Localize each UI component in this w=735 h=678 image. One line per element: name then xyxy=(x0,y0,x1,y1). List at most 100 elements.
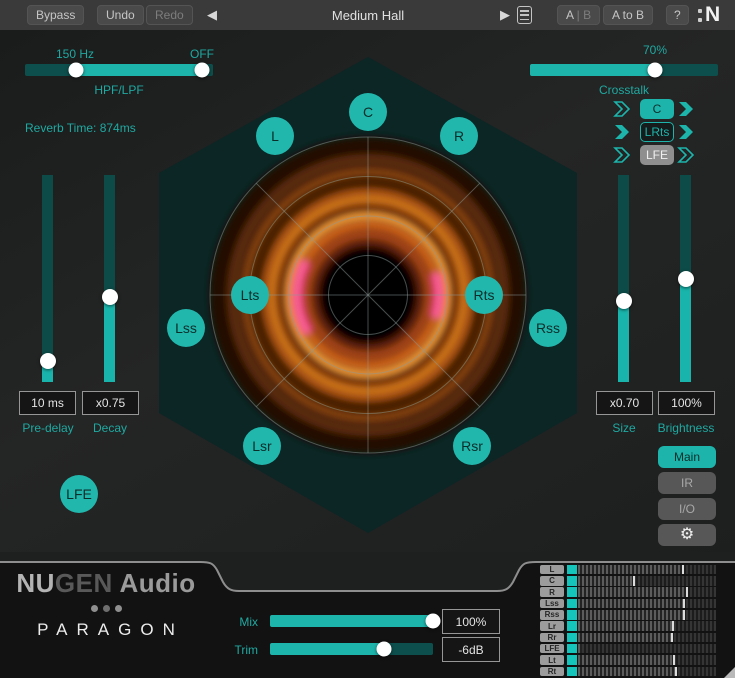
channel-rsr-button[interactable]: Rsr xyxy=(453,427,491,465)
brightness-handle[interactable] xyxy=(678,271,694,287)
bypass-button[interactable]: Bypass xyxy=(27,5,84,25)
routing-lfe-button[interactable]: LFE xyxy=(640,145,674,165)
meter-bar xyxy=(578,587,716,597)
routing-input-chevron-icon[interactable] xyxy=(613,146,633,164)
mix-value[interactable]: 100% xyxy=(442,609,500,634)
size-slider[interactable] xyxy=(618,175,629,382)
crosstalk-handle[interactable] xyxy=(648,63,663,78)
undo-button[interactable]: Undo xyxy=(97,5,144,25)
channel-rss-button[interactable]: Rss xyxy=(529,309,567,347)
meter-row: C xyxy=(540,575,718,586)
channel-l-button[interactable]: L xyxy=(256,117,294,155)
lpf-handle[interactable] xyxy=(194,63,209,78)
previous-preset-icon[interactable]: ◀ xyxy=(207,7,217,23)
pre-delay-value[interactable]: 10 ms xyxy=(19,391,76,415)
hpf-value: 150 Hz xyxy=(56,47,94,61)
channel-r-button[interactable]: R xyxy=(440,117,478,155)
brightness-slider[interactable] xyxy=(680,175,691,382)
meter-peak-tick xyxy=(675,667,677,677)
meter-channel-chip: Rss xyxy=(540,610,564,620)
preset-name[interactable]: Medium Hall xyxy=(280,8,456,23)
routing-output-chevron-icon[interactable] xyxy=(677,100,697,118)
next-preset-icon[interactable]: ▶ xyxy=(500,7,510,23)
meter-peak-tick xyxy=(673,655,675,665)
channel-lfe-button[interactable]: LFE xyxy=(60,475,98,513)
pre-delay-slider[interactable] xyxy=(42,175,53,382)
meter-bar xyxy=(578,644,716,654)
crosstalk-slider[interactable] xyxy=(530,64,718,76)
meter-channel-chip: C xyxy=(540,576,564,586)
routing-output-chevron-icon[interactable] xyxy=(677,146,697,164)
meter-input-segment xyxy=(567,644,577,654)
decay-label: Decay xyxy=(70,421,150,435)
size-value[interactable]: x0.70 xyxy=(596,391,653,415)
gear-icon: ⚙ xyxy=(680,527,694,543)
pre-delay-handle[interactable] xyxy=(40,353,56,369)
meter-bar xyxy=(578,633,716,643)
preset-list-icon[interactable] xyxy=(517,6,532,24)
mix-label: Mix xyxy=(224,615,258,629)
reverb-time-readout: Reverb Time: 874ms xyxy=(25,121,136,135)
routing-c-button[interactable]: C xyxy=(640,99,674,119)
tab-ir[interactable]: IR xyxy=(658,472,716,494)
mix-slider[interactable] xyxy=(270,615,433,627)
meter-peak-tick xyxy=(686,587,688,597)
ab-compare-button[interactable]: A | B xyxy=(557,5,600,25)
channel-lss-button[interactable]: Lss xyxy=(167,309,205,347)
decay-handle[interactable] xyxy=(102,289,118,305)
routing-row: C xyxy=(610,99,700,119)
meter-input-segment xyxy=(567,587,577,597)
a-to-b-button[interactable]: A to B xyxy=(603,5,653,25)
channel-lts-button[interactable]: Lts xyxy=(231,276,269,314)
meter-row: Lss xyxy=(540,598,718,609)
meter-input-segment xyxy=(567,633,577,643)
crosstalk-label: Crosstalk xyxy=(530,83,718,97)
tab-main[interactable]: Main xyxy=(658,446,716,468)
meter-row: Lr xyxy=(540,620,718,631)
meter-input-segment xyxy=(567,576,577,586)
meter-peak-tick xyxy=(682,565,684,575)
meter-bar xyxy=(578,667,716,677)
settings-button[interactable]: ⚙ xyxy=(658,524,716,546)
routing-lrts-button[interactable]: LRts xyxy=(640,122,674,142)
trim-label: Trim xyxy=(224,643,258,657)
meter-input-segment xyxy=(567,565,577,575)
meter-channel-chip: Rr xyxy=(540,633,564,643)
brightness-value[interactable]: 100% xyxy=(658,391,715,415)
hpf-handle[interactable] xyxy=(68,63,83,78)
routing-row: LFE xyxy=(610,145,700,165)
meter-row: Rt xyxy=(540,666,718,677)
channel-lsr-button[interactable]: Lsr xyxy=(243,427,281,465)
meter-channel-chip: Rt xyxy=(540,667,564,677)
tab-io[interactable]: I/O xyxy=(658,498,716,520)
hpf-lpf-block: 150 Hz OFF HPF/LPF xyxy=(25,47,213,113)
meter-bar xyxy=(578,610,716,620)
routing-output-chevron-icon[interactable] xyxy=(677,123,697,141)
trim-slider[interactable] xyxy=(270,643,433,655)
decay-value[interactable]: x0.75 xyxy=(82,391,139,415)
help-button[interactable]: ? xyxy=(666,5,689,25)
product-name: PARAGON xyxy=(0,620,212,640)
routing-input-chevron-icon[interactable] xyxy=(613,123,633,141)
resize-grip[interactable] xyxy=(724,667,735,678)
hpf-lpf-slider[interactable] xyxy=(25,64,213,76)
mix-handle[interactable] xyxy=(426,614,441,629)
meter-input-segment xyxy=(567,610,577,620)
channel-rts-button[interactable]: Rts xyxy=(465,276,503,314)
brand-dots xyxy=(0,605,212,612)
redo-button[interactable]: Redo xyxy=(146,5,193,25)
channel-meters: L C R Ls xyxy=(540,564,718,677)
channel-c-button[interactable]: C xyxy=(349,93,387,131)
decay-slider[interactable] xyxy=(104,175,115,382)
lpf-value: OFF xyxy=(190,47,214,61)
routing-row: LRts xyxy=(610,122,700,142)
meter-channel-chip: Lt xyxy=(540,655,564,665)
trim-value[interactable]: -6dB xyxy=(442,637,500,662)
trim-handle[interactable] xyxy=(377,642,392,657)
view-nav: Main IR I/O ⚙ xyxy=(658,446,716,550)
size-handle[interactable] xyxy=(616,293,632,309)
brightness-label: Brightness xyxy=(646,421,726,435)
meter-input-segment xyxy=(567,621,577,631)
routing-input-chevron-icon[interactable] xyxy=(613,100,633,118)
routing-panel: C LRts LFE xyxy=(610,99,700,168)
